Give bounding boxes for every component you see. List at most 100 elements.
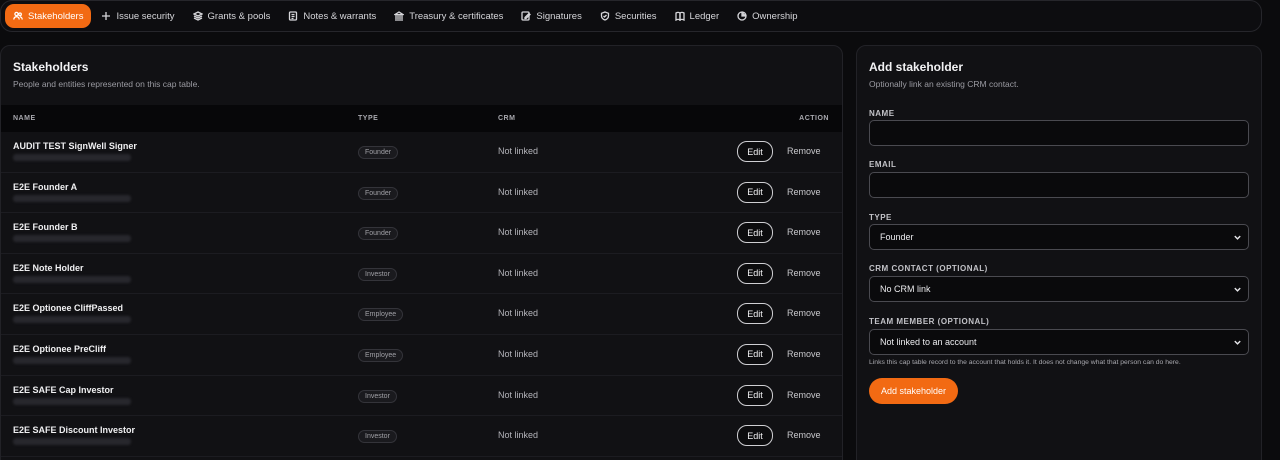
nav-tab-stakeholders[interactable]: Stakeholders <box>5 4 92 28</box>
column-header-crm: CRM <box>498 115 516 122</box>
stakeholder-name: E2E SAFE Cap Investor <box>13 384 114 395</box>
crm-contact-select[interactable]: No CRM link <box>869 276 1249 302</box>
book-icon <box>674 11 685 21</box>
table-body: AUDIT TEST SignWell Signer Founder Not l… <box>1 132 842 457</box>
users-icon <box>13 11 23 21</box>
crm-contact-label: CRM CONTACT (OPTIONAL) <box>869 264 988 273</box>
team-member-select[interactable]: Not linked to an account <box>869 329 1249 355</box>
table-row: E2E SAFE Discount Investor Investor Not … <box>1 416 842 457</box>
stakeholder-email-redacted <box>13 154 131 161</box>
stakeholder-email-redacted <box>13 356 131 364</box>
plus-icon <box>101 11 111 21</box>
stakeholder-name: E2E Optionee PreCliff <box>13 343 107 354</box>
crm-status: Not linked <box>498 348 539 359</box>
crm-status: Not linked <box>498 430 539 441</box>
edit-button[interactable]: Edit <box>737 141 773 162</box>
edit-button[interactable]: Edit <box>737 222 773 244</box>
edit-button[interactable]: Edit <box>737 181 773 203</box>
type-badge: Founder <box>358 146 399 159</box>
type-select[interactable]: Founder <box>869 224 1249 250</box>
nav-tab-notes-warrants[interactable]: Notes & warrants <box>280 4 384 28</box>
layers-icon <box>192 11 203 21</box>
type-badge: Employee <box>358 308 404 322</box>
crm-status: Not linked <box>498 146 539 156</box>
stakeholder-email-redacted <box>13 316 131 324</box>
remove-button[interactable]: Remove <box>787 430 821 440</box>
stakeholder-email-redacted <box>13 438 131 446</box>
type-badge: Employee <box>358 348 404 362</box>
name-label: NAME <box>869 109 895 118</box>
edit-button[interactable]: Edit <box>737 303 773 325</box>
type-label: TYPE <box>869 213 892 222</box>
table-row: AUDIT TEST SignWell Signer Founder Not l… <box>1 132 842 173</box>
type-select-value: Founder <box>880 232 914 242</box>
crm-status: Not linked <box>498 267 539 278</box>
edit-button[interactable]: Edit <box>737 425 773 447</box>
nav-tab-ledger[interactable]: Ledger <box>667 4 728 28</box>
type-badge: Investor <box>358 267 397 281</box>
stakeholder-name: E2E Note Holder <box>13 262 84 273</box>
stakeholder-name: E2E Founder A <box>13 181 78 192</box>
edit-button[interactable]: Edit <box>737 262 773 284</box>
top-nav: Stakeholders Issue security Grants & poo… <box>0 0 1262 32</box>
edit-button[interactable]: Edit <box>737 343 773 365</box>
chevron-down-icon <box>1233 338 1242 347</box>
stakeholder-name: E2E Optionee CliffPassed <box>13 303 124 314</box>
team-member-select-value: Not linked to an account <box>880 337 977 347</box>
stakeholder-email-redacted <box>13 275 131 283</box>
type-badge: Founder <box>358 227 399 241</box>
stakeholder-email-redacted <box>13 235 131 243</box>
add-stakeholder-button[interactable]: Add stakeholder <box>869 378 959 404</box>
crm-status: Not linked <box>498 389 539 400</box>
nav-tab-issue-security[interactable]: Issue security <box>93 4 182 28</box>
remove-button[interactable]: Remove <box>787 308 821 318</box>
shield-icon <box>600 11 610 21</box>
note-icon <box>288 11 298 21</box>
form-subtitle: Optionally link an existing CRM contact. <box>869 79 1019 89</box>
add-stakeholder-panel: Add stakeholder Optionally link an exist… <box>856 45 1262 460</box>
chevron-down-icon <box>1233 233 1242 242</box>
remove-button[interactable]: Remove <box>787 390 821 400</box>
table-row: E2E Optionee CliffPassed Employee Not li… <box>1 294 842 335</box>
type-badge: Founder <box>358 186 399 200</box>
type-badge: Investor <box>358 389 397 403</box>
nav-tab-signatures[interactable]: Signatures <box>513 4 589 28</box>
remove-button[interactable]: Remove <box>787 187 821 197</box>
nav-tab-ownership[interactable]: Ownership <box>729 4 805 28</box>
table-row: E2E SAFE Cap Investor Investor Not linke… <box>1 376 842 417</box>
stakeholder-email-redacted <box>13 397 131 405</box>
nav-tab-grants-pools[interactable]: Grants & pools <box>185 4 279 28</box>
crm-contact-select-value: No CRM link <box>880 284 931 294</box>
edit-button[interactable]: Edit <box>737 384 773 406</box>
stakeholder-name: E2E Founder B <box>13 222 78 233</box>
remove-button[interactable]: Remove <box>787 146 821 156</box>
nav-tab-securities[interactable]: Securities <box>592 4 665 28</box>
nav-tab-treasury-certificates[interactable]: Treasury & certificates <box>386 4 511 28</box>
form-title: Add stakeholder <box>869 60 964 74</box>
stakeholders-subtitle: People and entities represented on this … <box>13 79 200 89</box>
type-badge: Investor <box>358 430 397 444</box>
chevron-down-icon <box>1233 285 1242 294</box>
remove-button[interactable]: Remove <box>787 349 821 359</box>
crm-status: Not linked <box>498 227 539 238</box>
column-header-type: TYPE <box>358 115 379 122</box>
column-header-action: ACTION <box>799 115 829 122</box>
table-row: E2E Note Holder Investor Not linked Edit… <box>1 254 842 295</box>
email-input[interactable] <box>869 172 1249 198</box>
remove-button[interactable]: Remove <box>787 268 821 278</box>
signature-icon <box>521 11 532 21</box>
name-input[interactable] <box>869 120 1249 146</box>
stakeholders-title: Stakeholders <box>13 60 89 74</box>
remove-button[interactable]: Remove <box>787 227 821 237</box>
email-label: EMAIL <box>869 160 897 169</box>
stakeholder-email-redacted <box>13 194 131 202</box>
pie-icon <box>737 11 747 21</box>
bank-icon <box>394 11 405 21</box>
stakeholders-panel: Stakeholders People and entities represe… <box>0 45 843 460</box>
table-row: E2E Founder A Founder Not linked Edit Re… <box>1 173 842 214</box>
stakeholder-name: AUDIT TEST SignWell Signer <box>13 141 137 151</box>
stakeholder-name: E2E SAFE Discount Investor <box>13 425 136 436</box>
table-row: E2E Optionee PreCliff Employee Not linke… <box>1 335 842 376</box>
team-member-helper-text: Links this cap table record to the accou… <box>869 359 1181 366</box>
table-header: NAME TYPE CRM ACTION <box>1 105 842 132</box>
